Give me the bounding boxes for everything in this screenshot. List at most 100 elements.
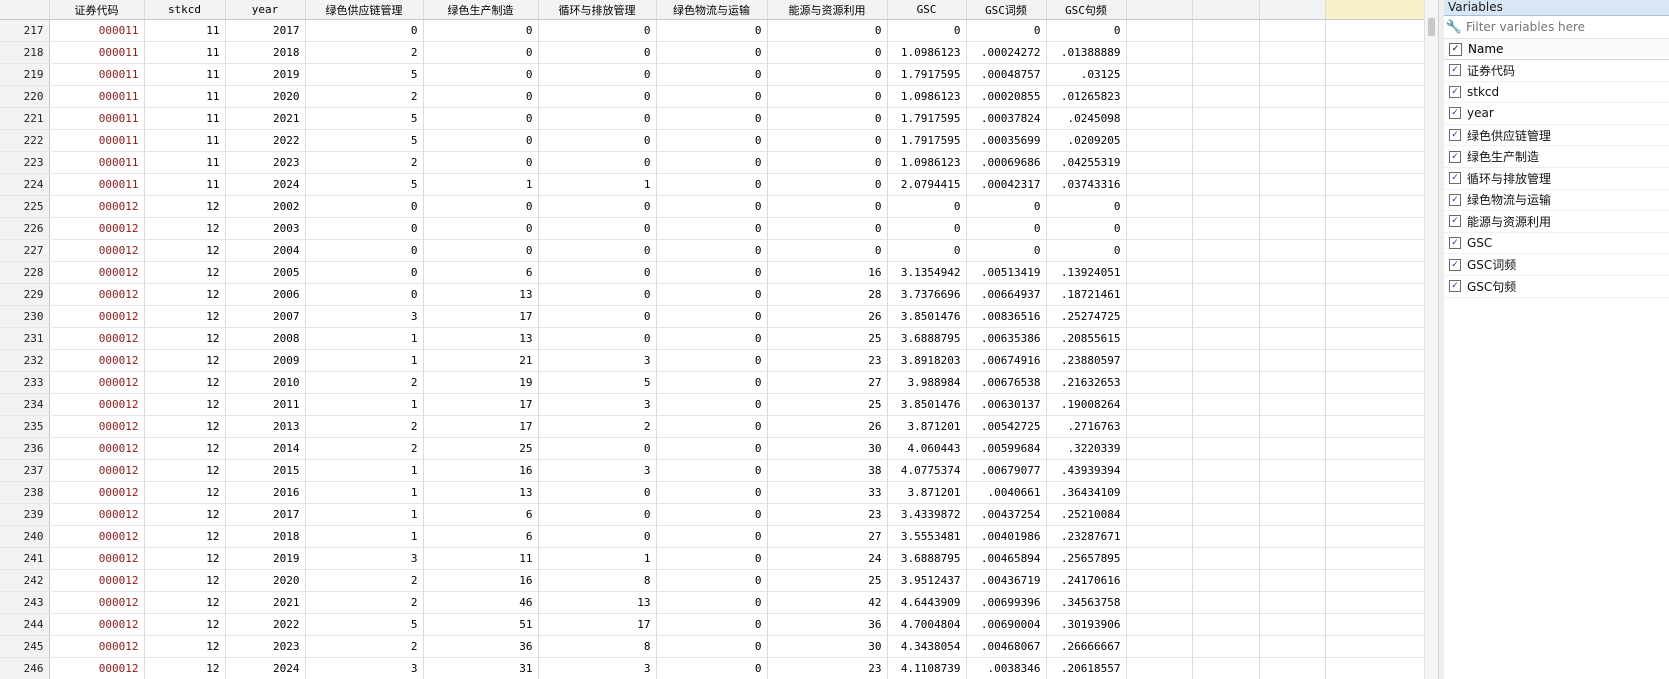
variable-item[interactable]: ✓ GSC	[1444, 233, 1669, 255]
table-cell[interactable]: 4.3438054	[887, 635, 967, 658]
table-cell[interactable]: 0	[656, 547, 768, 570]
table-cell[interactable]: 16	[423, 459, 539, 482]
table-cell[interactable]: 0	[305, 261, 424, 284]
table-row[interactable]: 220 000011 11 2020 2 0 0 0 0 1.0986123.00020855.0…	[0, 85, 1427, 108]
table-cell[interactable]: 0	[656, 459, 768, 482]
table-cell[interactable]: 0	[887, 217, 967, 240]
empty-cell[interactable]	[1126, 19, 1193, 42]
table-cell[interactable]: 2004	[225, 239, 306, 262]
table-cell[interactable]: 0	[656, 613, 768, 636]
name-column-header[interactable]: ✓ Name	[1444, 39, 1669, 60]
table-cell[interactable]: 0	[423, 107, 539, 130]
table-cell[interactable]: 30	[767, 437, 888, 460]
table-cell[interactable]: 2013	[225, 415, 306, 438]
empty-cell[interactable]	[1126, 591, 1193, 614]
table-cell[interactable]: 3.6888795	[887, 547, 967, 570]
table-cell[interactable]: 3.871201	[887, 415, 967, 438]
cell-securities-code[interactable]: 000011	[49, 41, 145, 64]
table-cell[interactable]: 0	[966, 195, 1047, 218]
table-cell[interactable]: 0	[538, 525, 657, 548]
table-row[interactable]: 244 000012 12 2022 5 51 17 0 36 4.7004804.0069000…	[0, 613, 1427, 636]
table-cell[interactable]: 0	[656, 327, 768, 350]
table-cell[interactable]: .34563758	[1046, 591, 1127, 614]
table-cell[interactable]: 13	[538, 591, 657, 614]
empty-cell[interactable]	[1259, 371, 1326, 394]
variable-checkbox[interactable]: ✓	[1449, 258, 1461, 271]
cell-securities-code[interactable]: 000012	[49, 239, 145, 262]
empty-cell[interactable]	[1325, 393, 1427, 416]
table-cell[interactable]: .18721461	[1046, 283, 1127, 306]
table-cell[interactable]: 3.7376696	[887, 283, 967, 306]
table-cell[interactable]: .25274725	[1046, 305, 1127, 328]
empty-cell[interactable]	[1192, 239, 1260, 262]
table-row[interactable]: 225 000012 12 2002 0 0 0 0 0 0 0 0	[0, 195, 1427, 218]
table-cell[interactable]: 0	[656, 19, 768, 42]
table-cell[interactable]: 36	[423, 635, 539, 658]
empty-cell[interactable]	[1259, 85, 1326, 108]
empty-cell[interactable]	[1192, 657, 1260, 679]
table-cell[interactable]: 0	[305, 19, 424, 42]
table-cell[interactable]: .00690004	[966, 613, 1047, 636]
table-cell[interactable]: 8	[538, 635, 657, 658]
empty-cell[interactable]	[1259, 239, 1326, 262]
variable-item[interactable]: ✓ 证券代码	[1444, 60, 1669, 82]
empty-cell[interactable]	[1126, 503, 1193, 526]
cell-securities-code[interactable]: 000012	[49, 261, 145, 284]
table-cell[interactable]: 5	[305, 173, 424, 196]
table-cell[interactable]: 2005	[225, 261, 306, 284]
table-cell[interactable]: .25210084	[1046, 503, 1127, 526]
table-cell[interactable]: 2021	[225, 591, 306, 614]
table-cell[interactable]: .00599684	[966, 437, 1047, 460]
table-cell[interactable]: 2	[305, 569, 424, 592]
table-cell[interactable]: 0	[538, 63, 657, 86]
table-cell[interactable]: .13924051	[1046, 261, 1127, 284]
table-cell[interactable]: 0	[1046, 217, 1127, 240]
cell-securities-code[interactable]: 000012	[49, 195, 145, 218]
table-cell[interactable]: 0	[423, 129, 539, 152]
table-cell[interactable]: 0	[656, 63, 768, 86]
table-cell[interactable]: 2014	[225, 437, 306, 460]
empty-cell[interactable]	[1259, 327, 1326, 350]
table-cell[interactable]: 3.4339872	[887, 503, 967, 526]
table-cell[interactable]: 28	[767, 283, 888, 306]
table-cell[interactable]: 2007	[225, 305, 306, 328]
table-cell[interactable]: 11	[144, 173, 226, 196]
table-cell[interactable]: 0	[656, 591, 768, 614]
table-cell[interactable]: .20618557	[1046, 657, 1127, 679]
variable-item[interactable]: ✓ GSC句频	[1444, 276, 1669, 298]
scrollbar-thumb[interactable]	[1428, 18, 1435, 36]
table-row[interactable]: 238 000012 12 2016 1 13 0 0 33 3.871201.0040661.3…	[0, 481, 1427, 504]
table-row[interactable]: 228 000012 12 2005 0 6 0 0 16 3.1354942.00513419.…	[0, 261, 1427, 284]
empty-cell[interactable]	[1325, 613, 1427, 636]
empty-cell[interactable]	[1259, 173, 1326, 196]
table-cell[interactable]: 2	[305, 591, 424, 614]
table-cell[interactable]: 2020	[225, 569, 306, 592]
table-cell[interactable]: 12	[144, 635, 226, 658]
column-header[interactable]: year	[225, 0, 306, 20]
cell-securities-code[interactable]: 000012	[49, 393, 145, 416]
table-cell[interactable]: 19	[423, 371, 539, 394]
wrench-icon[interactable]: 🔧	[1444, 20, 1464, 35]
table-row[interactable]: 237 000012 12 2015 1 16 3 0 38 4.0775374.00679077…	[0, 459, 1427, 482]
select-all-checkbox[interactable]: ✓	[1449, 42, 1462, 56]
empty-cell[interactable]	[1192, 261, 1260, 284]
empty-cell[interactable]	[1259, 657, 1326, 679]
table-cell[interactable]: .00048757	[966, 63, 1047, 86]
table-row[interactable]: 217 000011 11 2017 0 0 0 0 0 0 0 0	[0, 19, 1427, 42]
table-cell[interactable]: 0	[656, 393, 768, 416]
table-cell[interactable]: 42	[767, 591, 888, 614]
cell-securities-code[interactable]: 000012	[49, 591, 145, 614]
table-cell[interactable]: 2	[305, 635, 424, 658]
empty-cell[interactable]	[1126, 371, 1193, 394]
table-cell[interactable]: 0	[656, 217, 768, 240]
table-cell[interactable]: 12	[144, 393, 226, 416]
table-cell[interactable]: 2020	[225, 85, 306, 108]
cell-securities-code[interactable]: 000011	[49, 107, 145, 130]
table-cell[interactable]: 12	[144, 327, 226, 350]
empty-cell[interactable]	[1126, 261, 1193, 284]
table-cell[interactable]: 2	[305, 151, 424, 174]
table-cell[interactable]: 1	[423, 173, 539, 196]
empty-cell[interactable]	[1259, 19, 1326, 42]
table-cell[interactable]: 0	[887, 19, 967, 42]
cell-securities-code[interactable]: 000012	[49, 371, 145, 394]
